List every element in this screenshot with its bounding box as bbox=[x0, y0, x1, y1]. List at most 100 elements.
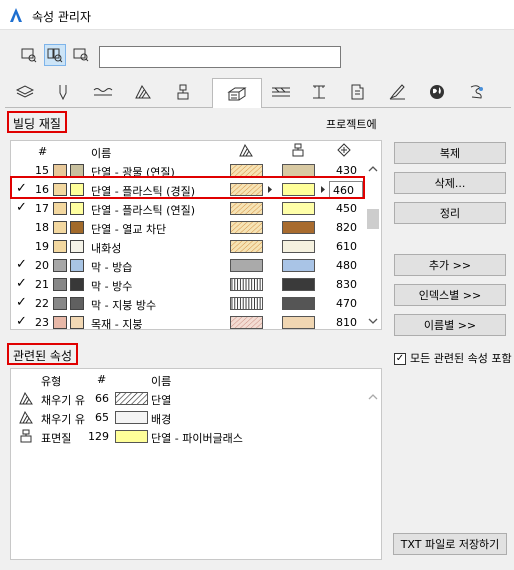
split-view-button[interactable] bbox=[44, 44, 66, 66]
material-number: 17 bbox=[35, 202, 49, 215]
related-name: 배경 bbox=[151, 413, 172, 426]
material-row[interactable]: ✓ 21 막 - 방수 830 bbox=[11, 275, 366, 294]
fill-pattern-swatch bbox=[230, 240, 263, 253]
related-scroll-up-icon[interactable] bbox=[368, 393, 378, 401]
zone-category-icon bbox=[351, 84, 364, 100]
material-name: 목재 - 지붕 bbox=[91, 318, 143, 331]
surface-color-swatch bbox=[282, 278, 315, 291]
surface-icon bbox=[20, 429, 32, 443]
material-row[interactable]: ✓ 22 막 - 지붕 방수 470 bbox=[11, 294, 366, 313]
tab-fills[interactable] bbox=[125, 78, 161, 106]
tab-markup-styles[interactable] bbox=[419, 78, 455, 106]
tab-profiles[interactable] bbox=[301, 78, 337, 106]
in-project-label: 프로젝트에 bbox=[326, 118, 377, 131]
by-name-button[interactable]: 이름별 >> bbox=[394, 314, 506, 336]
search-input[interactable] bbox=[99, 46, 341, 68]
material-row[interactable]: 18 단열 - 열교 차단 820 bbox=[11, 218, 366, 237]
save-txt-button[interactable]: TXT 파일로 저장하기 bbox=[393, 533, 507, 555]
material-color-swatch bbox=[70, 202, 84, 215]
in-project-check-icon: ✓ bbox=[16, 257, 27, 272]
related-scrollbar[interactable] bbox=[365, 389, 381, 559]
duplicate-button[interactable]: 복제 bbox=[394, 142, 506, 164]
in-project-check-icon: ✓ bbox=[16, 295, 27, 310]
priority-value: 480 bbox=[336, 259, 357, 272]
building-materials-list[interactable]: # 이름 15 단열 - 광물 (연질) 430 ✓ 16 단열 - 플라스틱 (경질) 4… bbox=[10, 140, 382, 332]
material-number: 19 bbox=[35, 240, 49, 253]
in-project-check-icon: ✓ bbox=[16, 200, 27, 215]
tab-composites[interactable] bbox=[263, 78, 299, 106]
operation-profile-icon bbox=[470, 85, 483, 99]
in-project-check-icon: ✓ bbox=[16, 276, 27, 291]
material-name: 막 - 방습 bbox=[91, 261, 133, 274]
attribute-tabs bbox=[5, 78, 511, 108]
material-cut-fill-swatch bbox=[53, 240, 67, 253]
related-row[interactable]: 표면질 129 단열 - 파이버글래스 bbox=[11, 427, 366, 446]
include-all-checkbox-box[interactable]: ✓ bbox=[394, 353, 406, 365]
split-view-icon bbox=[47, 48, 63, 63]
profile-icon bbox=[313, 85, 325, 99]
related-number: 129 bbox=[88, 430, 109, 443]
detail-view-icon bbox=[73, 48, 89, 62]
material-row[interactable]: ✓ 23 목재 - 지붕 810 bbox=[11, 313, 366, 332]
material-row[interactable]: ✓ 17 단열 - 플라스틱 (연질) 450 bbox=[11, 199, 366, 218]
material-cut-fill-swatch bbox=[53, 202, 67, 215]
add-button[interactable]: 추가 >> bbox=[394, 254, 506, 276]
tab-zones[interactable] bbox=[339, 78, 375, 106]
related-swatch bbox=[115, 411, 148, 424]
priority-value: 470 bbox=[336, 297, 357, 310]
tab-graphic-overrides[interactable] bbox=[379, 78, 415, 106]
related-swatch bbox=[115, 430, 148, 443]
related-list-header: 유형 # 이름 bbox=[11, 369, 366, 389]
tab-pens[interactable] bbox=[45, 78, 81, 106]
material-cut-fill-swatch bbox=[53, 278, 67, 291]
archicad-logo-icon bbox=[10, 8, 22, 22]
fill-pattern-swatch bbox=[230, 278, 263, 291]
tab-building-materials[interactable] bbox=[212, 78, 262, 108]
material-cut-fill-swatch bbox=[53, 221, 67, 234]
related-attributes-list[interactable]: 유형 # 이름 채우기 유 66 단열채우기 유 65 배경표면질 129 단열 - 파이버… bbox=[10, 368, 382, 560]
related-type: 표면질 bbox=[41, 432, 72, 445]
material-row[interactable]: 19 내화성 610 bbox=[11, 237, 366, 256]
pen-icon bbox=[59, 85, 67, 100]
num-column-header: # bbox=[38, 145, 48, 158]
cleanup-button[interactable]: 정리 bbox=[394, 202, 506, 224]
material-name: 막 - 방수 bbox=[91, 280, 133, 293]
tab-line-types[interactable] bbox=[85, 78, 121, 106]
surface-color-swatch bbox=[282, 240, 315, 253]
list-header: # 이름 bbox=[11, 141, 366, 161]
material-number: 21 bbox=[35, 278, 49, 291]
material-cut-fill-swatch bbox=[53, 259, 67, 272]
related-number: 65 bbox=[95, 411, 109, 424]
scroll-down-icon[interactable] bbox=[368, 317, 378, 325]
delete-button[interactable]: 삭제... bbox=[394, 172, 506, 194]
tab-surfaces[interactable] bbox=[165, 78, 201, 106]
material-name: 막 - 지붕 방수 bbox=[91, 299, 157, 312]
tab-layers[interactable] bbox=[7, 78, 43, 106]
related-name: 단열 bbox=[151, 394, 172, 407]
fill-icon bbox=[19, 411, 33, 424]
include-all-related-checkbox[interactable]: ✓ 모든 관련된 속성 포함 bbox=[394, 352, 512, 366]
material-number: 20 bbox=[35, 259, 49, 272]
related-row[interactable]: 채우기 유 66 단열 bbox=[11, 389, 366, 408]
title-bar: 속성 관리자 bbox=[0, 0, 514, 30]
list-scrollbar[interactable] bbox=[365, 161, 381, 329]
type-column-header: 유형 bbox=[41, 375, 62, 388]
priority-value: 830 bbox=[336, 278, 357, 291]
related-type: 채우기 유 bbox=[41, 413, 85, 426]
composite-icon bbox=[272, 87, 290, 97]
related-name: 단열 - 파이버글래스 bbox=[151, 432, 243, 445]
related-row[interactable]: 채우기 유 65 배경 bbox=[11, 408, 366, 427]
by-index-button[interactable]: 인덱스별 >> bbox=[394, 284, 506, 306]
priority-value: 820 bbox=[336, 221, 357, 234]
related-num-column-header: # bbox=[97, 373, 107, 386]
surface-column-icon bbox=[292, 143, 304, 157]
scroll-up-icon[interactable] bbox=[368, 165, 378, 173]
tab-operation-profiles[interactable] bbox=[459, 78, 495, 106]
list-view-button[interactable] bbox=[18, 44, 40, 66]
fill-pattern-swatch bbox=[230, 221, 263, 234]
detail-view-button[interactable] bbox=[70, 44, 92, 66]
priority-value: 450 bbox=[336, 202, 357, 215]
material-row[interactable]: ✓ 20 막 - 방습 480 bbox=[11, 256, 366, 275]
scroll-thumb[interactable] bbox=[367, 209, 379, 229]
fill-pattern-swatch bbox=[230, 297, 263, 310]
